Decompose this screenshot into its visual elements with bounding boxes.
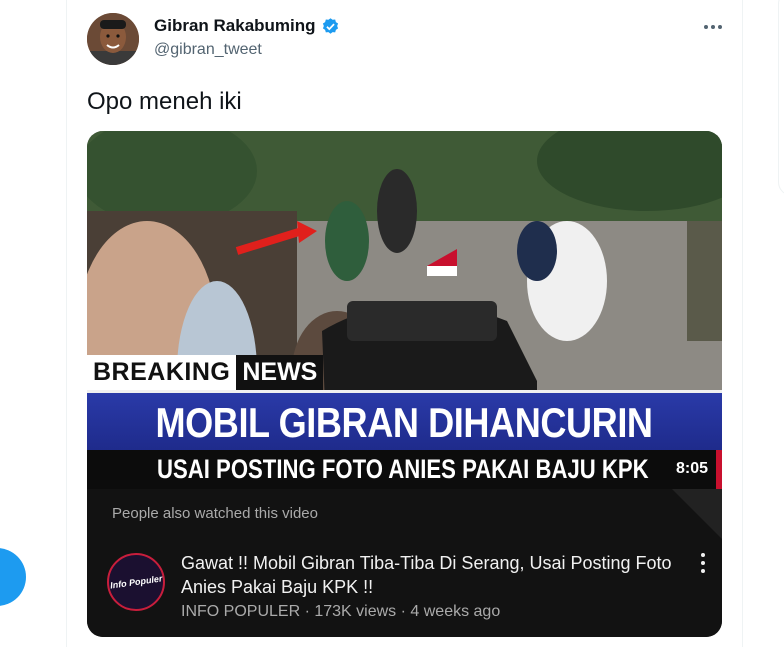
tweet-text: Opo meneh iki xyxy=(87,88,242,115)
timeline-right-border xyxy=(742,0,743,647)
channel-logo-text: Info Populer xyxy=(109,573,163,591)
suggested-video-meta: INFO POPULER · 173K views · 4 weeks ago xyxy=(181,603,501,620)
suggested-video-title[interactable]: Gawat !! Mobil Gibran Tiba-Tiba Di Seran… xyxy=(181,551,681,599)
video-duration: 8:05 xyxy=(675,460,708,477)
subheadline-bar: USAI POSTING FOTO ANIES PAKAI BAJU KPK 8… xyxy=(87,450,722,489)
sidebar-card xyxy=(778,0,784,196)
video-card[interactable]: BREAKING NEWS MOBIL GIBRAN DIHANCURIN US… xyxy=(87,131,722,637)
video-subheadline: USAI POSTING FOTO ANIES PAKAI BAJU KPK xyxy=(157,454,649,484)
author-handle[interactable]: @gibran_tweet xyxy=(154,41,262,59)
author-name[interactable]: Gibran Rakabuming xyxy=(154,16,316,36)
panel-corner xyxy=(672,489,722,539)
channel-logo[interactable]: Info Populer xyxy=(107,553,165,611)
also-watched-label: People also watched this video xyxy=(112,505,318,522)
breaking-label: BREAKING xyxy=(87,354,237,390)
news-label: NEWS xyxy=(236,354,324,390)
author-avatar[interactable] xyxy=(87,13,139,65)
timeline-left-border xyxy=(66,0,67,647)
video-more-icon[interactable] xyxy=(697,553,709,577)
headline-bar: MOBIL GIBRAN DIHANCURIN xyxy=(87,390,722,453)
author-name-row[interactable]: Gibran Rakabuming xyxy=(154,16,340,36)
avatar-photo xyxy=(87,13,139,65)
banner-red-accent xyxy=(716,450,722,489)
more-options-icon[interactable] xyxy=(701,20,725,34)
verified-badge-icon xyxy=(322,17,338,34)
video-headline: MOBIL GIBRAN DIHANCURIN xyxy=(155,399,654,446)
compose-fab-button[interactable] xyxy=(0,548,26,606)
suggested-video-panel: People also watched this video Info Popu… xyxy=(87,489,722,637)
news-banner: BREAKING NEWS MOBIL GIBRAN DIHANCURIN US… xyxy=(87,354,722,489)
breaking-news-label: BREAKING NEWS xyxy=(87,354,324,390)
